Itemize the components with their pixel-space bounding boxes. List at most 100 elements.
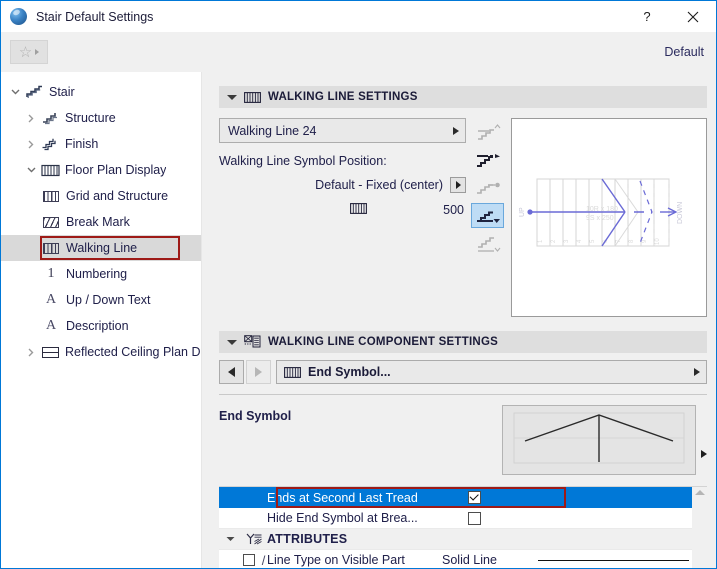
chevron-right-icon [453, 127, 459, 135]
svg-text:10: 10 [655, 238, 661, 245]
table-row-group[interactable]: ATTRIBUTES [219, 529, 707, 550]
sidebar-item-break-mark[interactable]: Break Mark [1, 209, 201, 235]
end-symbol-dropdown-arrow[interactable] [701, 450, 707, 458]
sidebar-item-structure[interactable]: Structure [1, 105, 201, 131]
parameter-checkbox-cell[interactable] [442, 491, 506, 504]
walking-line-controls: Walking Line 24 Walking Line Symbol Posi… [219, 118, 466, 317]
position-mode-row: Default - Fixed (center) [219, 177, 466, 193]
position-mode-dropdown-button[interactable] [450, 177, 466, 193]
sidebar-item-label: Grid and Structure [66, 189, 168, 203]
next-component-button[interactable] [246, 360, 271, 384]
parameter-checkbox-cell[interactable] [442, 512, 506, 525]
walking-line-icon [350, 203, 367, 217]
sidebar-item-grid-and-structure[interactable]: Grid and Structure [1, 183, 201, 209]
floor-plan-icon [39, 164, 61, 177]
visible-part-checkbox[interactable] [243, 554, 255, 566]
component-combo[interactable]: End Symbol... [276, 360, 707, 384]
chevron-right-icon[interactable] [23, 140, 39, 149]
parameter-group-name: ATTRIBUTES [267, 532, 442, 546]
window-controls: ? [624, 1, 716, 32]
walking-line-plain-icon[interactable] [471, 231, 504, 256]
chevron-right-icon [694, 368, 700, 376]
sidebar-item-reflected-ceiling-plan[interactable]: Reflected Ceiling Plan Di [1, 339, 201, 365]
sidebar-item-numbering[interactable]: 1 Numbering [1, 261, 201, 287]
table-row[interactable]: Ends at Second Last Tread [219, 487, 707, 508]
settings-content: WALKING LINE SETTINGS Walking Line 24 Wa… [202, 72, 716, 569]
sidebar-item-label: Description [66, 319, 129, 333]
hide-end-symbol-checkbox[interactable] [468, 512, 481, 525]
walking-line-settings-body: Walking Line 24 Walking Line Symbol Posi… [219, 108, 707, 317]
walking-line-icon [244, 92, 261, 103]
ends-at-second-last-tread-checkbox[interactable] [468, 491, 481, 504]
chevron-down-icon[interactable] [23, 167, 39, 173]
svg-text:5: 5 [590, 239, 596, 243]
svg-text:2: 2 [551, 239, 557, 243]
numbering-icon: 1 [40, 267, 62, 281]
previous-component-button[interactable] [219, 360, 244, 384]
svg-text:9S x 250: 9S x 250 [586, 215, 614, 222]
svg-text:1: 1 [538, 239, 544, 243]
sidebar-item-label: Stair [49, 85, 75, 99]
chevron-right-icon[interactable] [23, 348, 39, 357]
parameter-value[interactable]: Solid Line [442, 553, 538, 567]
help-button[interactable]: ? [624, 1, 670, 32]
offset-row: 500 [219, 203, 466, 217]
line-type-toggle-cell[interactable]: / [241, 553, 267, 568]
pen-combo[interactable]: Walking Line 24 [219, 118, 466, 143]
section-title: WALKING LINE SETTINGS [268, 91, 418, 103]
chevron-down-icon[interactable] [219, 536, 241, 542]
walking-line-start-dot [527, 209, 532, 214]
walking-line-variant-list [471, 118, 507, 317]
walking-line-triangle-end-icon[interactable] [471, 203, 504, 228]
grid-icon [40, 191, 62, 202]
settings-tree: Stair Structure [1, 72, 202, 569]
favorites-button[interactable]: ☆ [10, 40, 48, 64]
sidebar-item-up-down-text[interactable]: A Up / Down Text [1, 287, 201, 313]
stair-default-settings-window: Stair Default Settings ? ☆ Default [0, 0, 717, 569]
text-icon: A [40, 293, 62, 307]
sidebar-item-walking-line[interactable]: Walking Line [1, 235, 201, 261]
stair-plan-preview: 1 2 3 4 5 6 7 8 9 10 [511, 118, 707, 317]
sidebar-item-floor-plan-display[interactable]: Floor Plan Display [1, 157, 201, 183]
sidebar-item-finish[interactable]: Finish [1, 131, 201, 157]
symbol-position-label: Walking Line Symbol Position: [219, 154, 466, 168]
chevron-right-icon [255, 367, 262, 377]
offset-value[interactable]: 500 [443, 203, 466, 217]
sidebar-item-label: Floor Plan Display [65, 163, 166, 177]
stair-plan-drawing: 1 2 3 4 5 6 7 8 9 10 [512, 119, 706, 316]
table-row[interactable]: / Line Type on Visible Part Solid Line [219, 550, 707, 569]
sidebar-item-description[interactable]: A Description [1, 313, 201, 339]
svg-text:8: 8 [629, 239, 635, 243]
title-bar: Stair Default Settings ? [1, 1, 716, 32]
close-button[interactable] [670, 1, 716, 32]
sidebar-item-stair[interactable]: Stair [1, 79, 201, 105]
end-symbol-preview[interactable] [502, 405, 696, 475]
chevron-right-icon[interactable] [23, 114, 39, 123]
parameter-list-scrollbar[interactable] [692, 487, 707, 569]
sidebar-item-label: Numbering [66, 267, 127, 281]
scroll-up-arrow-icon[interactable] [695, 490, 705, 495]
walking-line-icon [284, 367, 301, 378]
svg-text:9: 9 [642, 239, 648, 243]
sidebar-item-label: Structure [65, 111, 116, 125]
end-symbol-row: End Symbol [219, 405, 707, 475]
sidebar-item-label: Walking Line [66, 241, 137, 255]
sidebar-item-label: Reflected Ceiling Plan Di [65, 345, 201, 359]
walking-line-dot-end-icon[interactable] [471, 175, 504, 200]
svg-text:4: 4 [577, 239, 583, 243]
parameter-name: Hide End Symbol at Brea... [267, 511, 442, 525]
divider [219, 394, 707, 395]
table-row[interactable]: Hide End Symbol at Brea... [219, 508, 707, 529]
component-settings-header[interactable]: WALKING LINE COMPONENT SETTINGS [219, 331, 707, 353]
chevron-down-icon[interactable] [7, 89, 23, 95]
chevron-down-icon [227, 340, 237, 345]
finish-icon [39, 137, 61, 151]
sidebar-item-label: Finish [65, 137, 98, 151]
sidebar-item-label: Break Mark [66, 215, 130, 229]
walking-line-arrow-icon[interactable] [471, 147, 504, 172]
walking-line-settings-header[interactable]: WALKING LINE SETTINGS [219, 86, 707, 108]
walking-line-start-up-icon[interactable] [471, 119, 504, 144]
parameter-name: Ends at Second Last Tread [267, 491, 442, 505]
structure-icon [39, 111, 61, 125]
chevron-down-icon [227, 95, 237, 100]
